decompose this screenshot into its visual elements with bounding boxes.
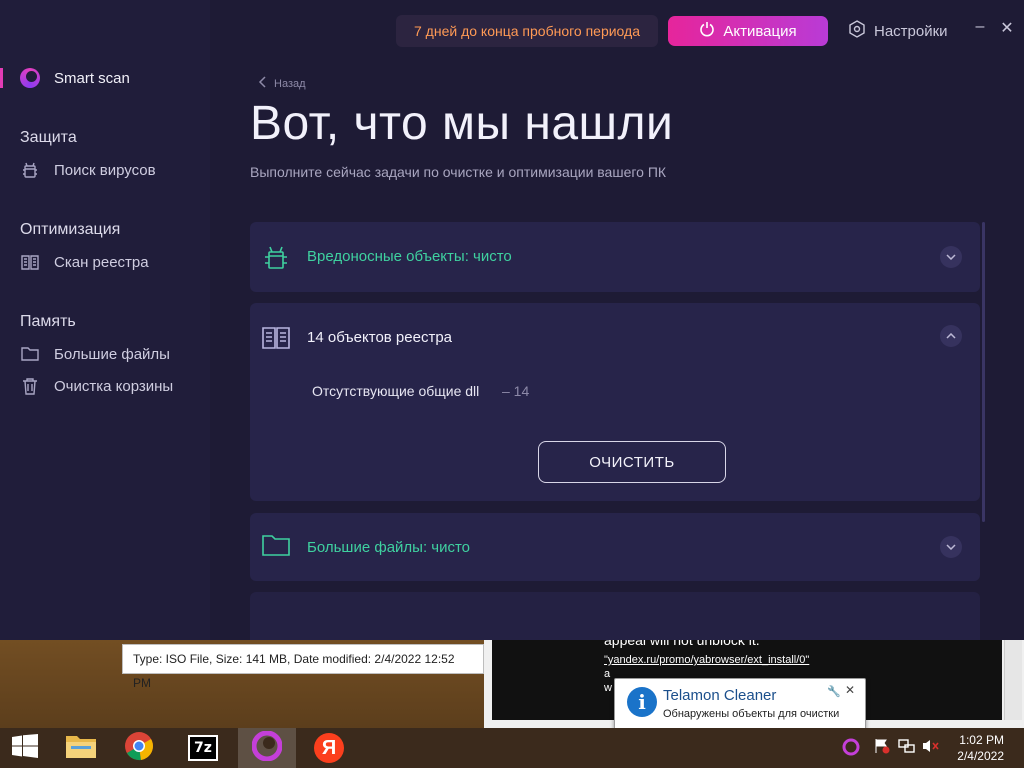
start-button[interactable] xyxy=(0,728,50,768)
browser-scrollbar[interactable] xyxy=(1004,640,1022,720)
browser-link[interactable]: "yandex.ru/promo/yabrowser/ext_install/0… xyxy=(604,654,1002,666)
sidebar: Smart scan Защита Поиск вирусов Оптимиза… xyxy=(0,0,210,640)
sidebar-item-smart-scan[interactable]: Smart scan xyxy=(20,68,130,88)
taskbar-yandex[interactable]: Я xyxy=(304,728,354,768)
taskbar-chrome[interactable] xyxy=(114,728,164,768)
info-icon: i xyxy=(627,687,657,717)
settings-label: Настройки xyxy=(874,22,948,40)
chrome-icon xyxy=(124,731,154,766)
registry-detail-label: Отсутствующие общие dll xyxy=(312,383,480,399)
page-title: Вот, что мы нашли xyxy=(250,97,674,150)
folder-icon xyxy=(20,344,40,364)
sidebar-item-label: Поиск вирусов xyxy=(54,161,156,179)
sidebar-item-recycle-bin[interactable]: Очистка корзины xyxy=(20,376,173,396)
back-label: Назад xyxy=(274,77,306,90)
chevron-left-icon xyxy=(258,76,266,91)
result-card-large-files[interactable]: Большие файлы: чисто xyxy=(250,513,980,581)
registry-count-label: 14 объектов реестра xyxy=(307,329,452,346)
page-subtitle: Выполните сейчас задачи по очистке и опт… xyxy=(250,164,667,180)
trash-icon xyxy=(20,376,40,396)
activate-button[interactable]: Активация xyxy=(668,16,828,46)
sidebar-item-virus-search[interactable]: Поиск вирусов xyxy=(20,160,156,180)
activate-label: Активация xyxy=(723,22,797,40)
chevron-up-icon[interactable] xyxy=(940,325,962,347)
taskbar-telamon[interactable] xyxy=(238,728,296,768)
gear-icon xyxy=(848,20,866,42)
sidebar-section-optimization: Оптимизация xyxy=(20,221,121,238)
taskbar-7zip[interactable]: 7z xyxy=(178,728,228,768)
sidebar-section-memory: Память xyxy=(20,313,76,330)
result-card-malware[interactable]: Вредоносные объекты: чисто xyxy=(250,222,980,292)
app-logo-icon xyxy=(20,68,40,88)
notification-close-icon[interactable]: ✕ xyxy=(845,683,855,697)
malware-status-label: Вредоносные объекты: чисто xyxy=(307,248,512,265)
clean-button[interactable]: ОЧИСТИТЬ xyxy=(538,441,726,483)
sidebar-section-protection: Защита xyxy=(20,129,77,146)
system-clock[interactable]: 1:02 PM 2/4/2022 xyxy=(957,732,1004,764)
active-indicator xyxy=(0,68,3,88)
taskbar-file-explorer[interactable] xyxy=(56,728,106,768)
telamon-tray-icon[interactable] xyxy=(842,738,860,756)
app-window: Smart scan Защита Поиск вирусов Оптимиза… xyxy=(0,0,1024,640)
trial-badge: 7 дней до конца пробного периода xyxy=(396,15,658,47)
bug-icon xyxy=(262,243,290,271)
sidebar-item-label: Скан реестра xyxy=(54,253,149,271)
yandex-browser-icon: Я xyxy=(314,733,344,763)
back-link[interactable]: Назад xyxy=(258,76,306,91)
book-icon xyxy=(20,252,40,272)
network-icon[interactable] xyxy=(898,738,916,756)
sidebar-item-label: Очистка корзины xyxy=(54,377,174,395)
sevenzip-icon: 7z xyxy=(188,735,218,761)
windows-logo-icon xyxy=(12,733,38,763)
clock-time: 1:02 PM xyxy=(959,733,1004,747)
sidebar-item-registry-scan[interactable]: Скан реестра xyxy=(20,252,149,272)
folder-icon xyxy=(262,533,290,561)
registry-detail-count: – 14 xyxy=(502,383,530,399)
close-button[interactable]: ✕ xyxy=(998,18,1016,40)
result-card-partial xyxy=(250,592,980,640)
notification-title: Telamon Cleaner xyxy=(663,687,777,704)
taskbar: 7z Я 1:02 PM 2/4/2022 xyxy=(0,728,1024,768)
file-explorer-icon xyxy=(65,732,97,765)
results-scrollbar[interactable] xyxy=(982,222,985,522)
book-icon xyxy=(262,325,290,353)
volume-muted-icon[interactable] xyxy=(922,738,940,756)
minimize-button[interactable]: – xyxy=(971,18,989,40)
settings-button[interactable]: Настройки xyxy=(848,15,948,47)
chevron-down-icon[interactable] xyxy=(940,246,962,268)
flag-icon[interactable] xyxy=(874,738,892,756)
chevron-down-icon[interactable] xyxy=(940,536,962,558)
sidebar-item-label: Большие файлы xyxy=(54,345,170,363)
sidebar-item-large-files[interactable]: Большие файлы xyxy=(20,344,170,364)
bug-icon xyxy=(20,160,40,180)
tray-notification[interactable]: i Telamon Cleaner Обнаружены объекты для… xyxy=(614,678,866,730)
file-tooltip: Type: ISO File, Size: 141 MB, Date modif… xyxy=(122,644,484,690)
notification-text: Обнаружены объекты для очистки xyxy=(663,708,840,720)
power-icon xyxy=(699,21,715,41)
wrench-icon[interactable]: 🔧 xyxy=(827,685,841,698)
large-files-status-label: Большие файлы: чисто xyxy=(307,539,471,556)
app-logo-icon xyxy=(251,730,283,766)
clock-date: 2/4/2022 xyxy=(957,749,1004,763)
sidebar-item-label: Smart scan xyxy=(54,69,130,87)
result-card-registry: 14 объектов реестра Отсутствующие общие … xyxy=(250,303,980,501)
